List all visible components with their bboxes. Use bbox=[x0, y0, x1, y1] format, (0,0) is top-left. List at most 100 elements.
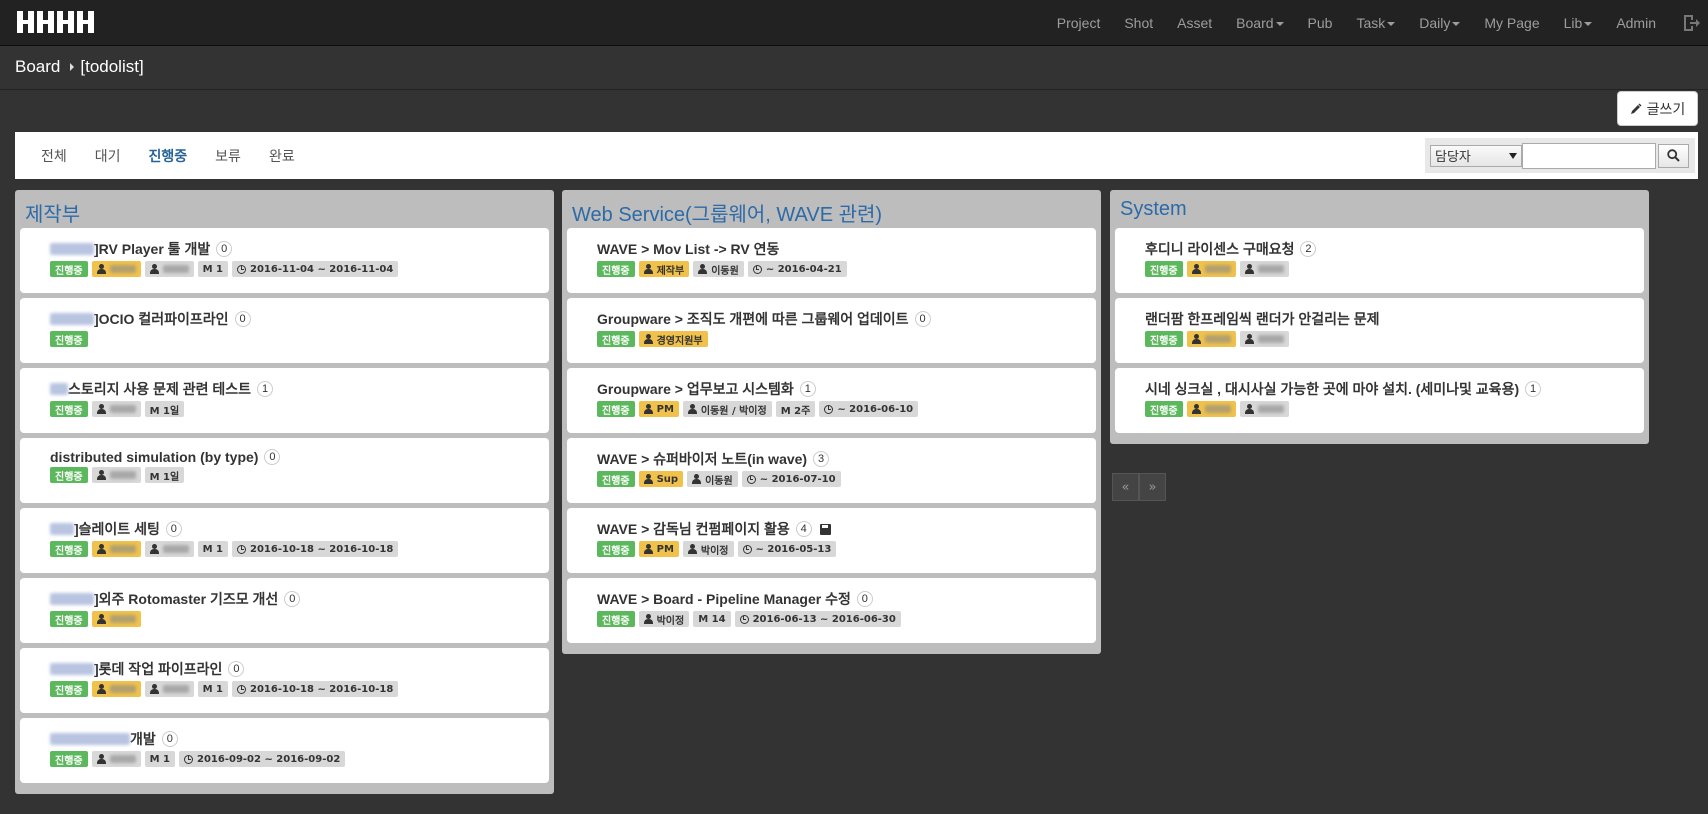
task-card[interactable]: WAVE > Board - Pipeline Manager 수정 0 진행중 박이… bbox=[567, 578, 1096, 643]
label-text: 2016-06-13 ~ 2016-06-30 bbox=[752, 613, 896, 625]
task-card[interactable]: 후디니 라이센스 구매요청 2 진행중 bbox=[1115, 228, 1644, 293]
card-title[interactable]: 후디니 라이센스 구매요청 2 bbox=[1145, 239, 1644, 259]
nav-item-pub[interactable]: Pub bbox=[1296, 15, 1345, 31]
search-button[interactable] bbox=[1658, 143, 1689, 168]
column-title: System bbox=[1120, 198, 1187, 220]
duration-label: M 1 bbox=[144, 751, 175, 767]
task-card[interactable]: ]RV Player 툴 개발 0 진행중 M 1 2016-11-04 ~ 2016-… bbox=[20, 228, 549, 293]
breadcrumb-root[interactable]: Board bbox=[15, 57, 60, 77]
nav-item-board[interactable]: Board bbox=[1224, 15, 1295, 31]
clock-icon bbox=[184, 754, 193, 764]
task-card[interactable]: distributed simulation (by type) 0 진행중 M 1일 bbox=[20, 438, 549, 503]
nav-item-admin[interactable]: Admin bbox=[1604, 15, 1668, 31]
task-card[interactable]: ]슬레이트 세팅 0 진행중 M 1 2016-10-18 ~ 2016-10-18 bbox=[20, 508, 549, 573]
card-title[interactable]: WAVE > Board - Pipeline Manager 수정 0 bbox=[597, 589, 1096, 609]
tab-1[interactable]: 대기 bbox=[81, 146, 135, 166]
write-button[interactable]: 글쓰기 bbox=[1617, 91, 1698, 126]
label-text: 진행중 bbox=[602, 615, 630, 627]
nav-item-daily[interactable]: Daily bbox=[1407, 15, 1472, 31]
card-title[interactable]: Groupware > 조직도 개편에 따른 그룹웨어 업데이트 0 bbox=[597, 309, 1096, 329]
card-title[interactable]: ]OCIO 컬러파이프라인 0 bbox=[50, 309, 549, 329]
card-title[interactable]: 시네 싱크실 , 대시사실 가능한 곳에 마야 설치. (세미나및 교육용) 1 bbox=[1145, 379, 1644, 399]
card-title-text: ]슬레이트 세팅 bbox=[74, 521, 160, 537]
comment-count-badge: 0 bbox=[284, 591, 301, 607]
redacted-name bbox=[162, 545, 189, 553]
nav-item-task[interactable]: Task bbox=[1344, 15, 1407, 31]
tab-2[interactable]: 진행중 bbox=[135, 146, 202, 166]
search-box: 담당자 bbox=[1425, 138, 1695, 173]
user-icon bbox=[1191, 334, 1201, 344]
card-title[interactable]: Groupware > 업무보고 시스템화 1 bbox=[597, 379, 1096, 399]
nav-item-shot[interactable]: Shot bbox=[1112, 15, 1165, 31]
card-title[interactable]: 랜더팜 한프레임씩 랜더가 안걸리는 문제 bbox=[1145, 309, 1644, 329]
search-field-select[interactable]: 담당자 bbox=[1430, 144, 1522, 167]
label-text: 제작부 bbox=[656, 265, 685, 277]
status-tabs: 전체 대기 진행중 보류 완료 bbox=[27, 132, 309, 179]
task-card[interactable]: 시네 싱크실 , 대시사실 가능한 곳에 마야 설치. (세미나및 교육용) 1 진… bbox=[1115, 368, 1644, 433]
tab-4[interactable]: 완료 bbox=[255, 146, 309, 166]
user-icon bbox=[1244, 334, 1254, 344]
board-column: Web Service(그룹웨어, WAVE 관련) WAVE > Mov Lis… bbox=[562, 190, 1101, 654]
card-title[interactable]: ]슬레이트 세팅 0 bbox=[50, 519, 549, 539]
task-card[interactable]: WAVE > Mov List -> RV 연동 진행중 제작부 이동원 ~ 2016-… bbox=[567, 228, 1096, 293]
assignee-label: Sup bbox=[638, 471, 684, 487]
card-title[interactable]: ]외주 Rotomaster 기즈모 개선 0 bbox=[50, 589, 549, 609]
task-card[interactable]: ]롯데 작업 파이프라인 0 진행중 M 1 2016-10-18 ~ 2016-10-… bbox=[20, 648, 549, 713]
card-title[interactable]: distributed simulation (by type) 0 bbox=[50, 449, 549, 465]
redacted-name bbox=[109, 471, 136, 479]
duration-label: M 2주 bbox=[775, 401, 816, 417]
task-card[interactable]: 개발 0 진행중 M 1 2016-09-02 ~ 2016-09-02 bbox=[20, 718, 549, 783]
card-title-text: WAVE > 슈퍼바이저 노트(in wave) bbox=[597, 451, 808, 467]
card-title[interactable]: WAVE > Mov List -> RV 연동 bbox=[597, 239, 1096, 259]
card-title[interactable]: 개발 0 bbox=[50, 729, 549, 749]
card-title-text: ]RV Player 툴 개발 bbox=[94, 241, 211, 257]
filter-bar: 전체 대기 진행중 보류 완료 담당자 bbox=[15, 132, 1698, 179]
nav-item-asset[interactable]: Asset bbox=[1165, 15, 1224, 31]
comment-count-badge: 4 bbox=[795, 521, 812, 537]
user-icon bbox=[643, 544, 653, 554]
label-text: 진행중 bbox=[55, 685, 83, 697]
task-card[interactable]: ]외주 Rotomaster 기즈모 개선 0 진행중 bbox=[20, 578, 549, 643]
task-card[interactable]: 랜더팜 한프레임씩 랜더가 안걸리는 문제 진행중 bbox=[1115, 298, 1644, 363]
card-title[interactable]: WAVE > 슈퍼바이저 노트(in wave) 3 bbox=[597, 449, 1096, 469]
assignee-label bbox=[91, 467, 141, 483]
user-icon bbox=[643, 614, 653, 624]
task-card[interactable]: Groupware > 조직도 개편에 따른 그룹웨어 업데이트 0 진행중 경영지원… bbox=[567, 298, 1096, 363]
comment-count-badge: 0 bbox=[216, 241, 233, 257]
nav-item-lib[interactable]: Lib bbox=[1552, 15, 1605, 31]
card-title[interactable]: 스토리지 사용 문제 관련 테스트 1 bbox=[50, 379, 549, 399]
nav-item-label: My Page bbox=[1484, 15, 1540, 31]
status-label: 진행중 bbox=[50, 467, 88, 483]
label-text: M 14 bbox=[698, 613, 726, 625]
status-label: 진행중 bbox=[597, 611, 635, 627]
card-title[interactable]: ]롯데 작업 파이프라인 0 bbox=[50, 659, 549, 679]
nav-item-my-page[interactable]: My Page bbox=[1472, 15, 1551, 31]
search-input[interactable] bbox=[1522, 142, 1656, 169]
assignee-label bbox=[91, 751, 141, 767]
label-text: PM bbox=[656, 543, 674, 555]
redacted-name bbox=[1204, 405, 1231, 413]
tab-3[interactable]: 보류 bbox=[201, 146, 255, 166]
tab-0[interactable]: 전체 bbox=[27, 146, 81, 166]
label-text: 진행중 bbox=[55, 335, 83, 347]
card-title[interactable]: WAVE > 감독님 컨펌페이지 활용 4 bbox=[597, 519, 1096, 539]
label-text: 이동원 bbox=[711, 265, 739, 277]
next-page-button[interactable]: » bbox=[1139, 473, 1166, 501]
nav-item-label: Board bbox=[1236, 15, 1274, 31]
logo[interactable] bbox=[15, 9, 95, 35]
user-icon bbox=[687, 544, 697, 554]
assignee-label: 박이정 bbox=[638, 611, 690, 627]
task-card[interactable]: WAVE > 감독님 컨펌페이지 활용 4 진행중 PM 박이정 ~ 2016-05-13 bbox=[567, 508, 1096, 573]
task-card[interactable]: ]OCIO 컬러파이프라인 0 진행중 bbox=[20, 298, 549, 363]
assignee-label bbox=[91, 611, 141, 627]
task-card[interactable]: 스토리지 사용 문제 관련 테스트 1 진행중 M 1일 bbox=[20, 368, 549, 433]
caret-down-icon bbox=[1275, 22, 1284, 27]
card-title[interactable]: ]RV Player 툴 개발 0 bbox=[50, 239, 549, 259]
nav-item-project[interactable]: Project bbox=[1045, 15, 1113, 31]
prev-page-button[interactable]: « bbox=[1112, 473, 1139, 501]
card-title-text: WAVE > Board - Pipeline Manager 수정 bbox=[597, 591, 851, 607]
write-button-label: 글쓰기 bbox=[1646, 101, 1686, 118]
task-card[interactable]: Groupware > 업무보고 시스템화 1 진행중 PM 이동원 / 박이정 M 2주… bbox=[567, 368, 1096, 433]
task-card[interactable]: WAVE > 슈퍼바이저 노트(in wave) 3 진행중 Sup 이동원 ~ 2016… bbox=[567, 438, 1096, 503]
logout-button[interactable] bbox=[1674, 0, 1708, 46]
